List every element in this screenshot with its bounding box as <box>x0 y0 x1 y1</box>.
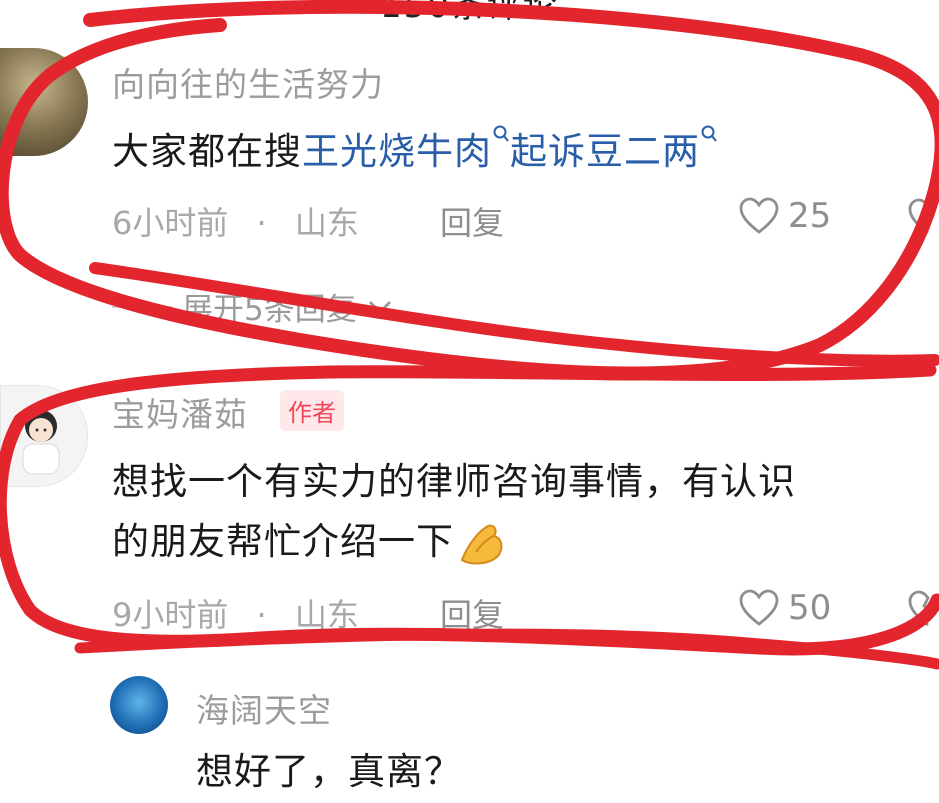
like-button[interactable]: 25 <box>738 196 831 236</box>
like-count: 50 <box>788 588 832 628</box>
avatar-girl-icon <box>22 410 60 475</box>
search-link-label: 起诉豆二两 <box>510 130 700 173</box>
comment-meta: 9小时前 · 山东 <box>112 590 359 636</box>
search-link-label: 王光烧牛肉 <box>302 130 492 173</box>
comment-username[interactable]: 海阔天空 <box>196 684 332 732</box>
comment-text: 想找一个有实力的律师咨询事情，有认识 的朋友帮忙介绍一下 <box>112 452 796 572</box>
meta-separator: · <box>256 204 267 242</box>
expand-replies-label: 展开5条回复 <box>182 292 357 328</box>
search-link-2[interactable]: 起诉豆二两 <box>510 125 718 173</box>
heart-outline-icon <box>739 589 779 626</box>
reply-button[interactable]: 回复 <box>440 198 504 244</box>
comment-text: 想好了，真离？ <box>196 750 462 793</box>
heart-outline-icon <box>739 197 779 234</box>
comment-text-line-2: 的朋友帮忙介绍一下 <box>112 520 454 563</box>
dislike-button[interactable] <box>908 590 939 632</box>
search-icon <box>493 125 509 142</box>
divider <box>112 305 172 308</box>
comment-time: 9小时前 <box>112 596 229 634</box>
expand-replies-button[interactable]: 展开5条回复 <box>112 284 393 329</box>
dislike-button[interactable] <box>908 198 939 240</box>
comment-screen: 150条评论 向向往的生活努力 大家都在搜王光烧牛肉 起诉豆二两 6小时前 · 山… <box>0 0 939 803</box>
comment-text-prefix: 大家都在搜 <box>112 130 302 173</box>
like-button[interactable]: 50 <box>738 588 831 628</box>
author-badge: 作者 <box>280 390 344 431</box>
comment-location: 山东 <box>294 596 359 634</box>
avatar[interactable] <box>110 676 168 734</box>
broken-heart-icon <box>908 590 932 627</box>
avatar[interactable] <box>0 48 88 156</box>
comment-location: 山东 <box>294 204 359 242</box>
comment-username[interactable]: 向向往的生活努力 <box>112 58 384 106</box>
reply-button[interactable]: 回复 <box>440 590 504 636</box>
comment-text-line: 的朋友帮忙介绍一下 <box>112 512 796 572</box>
comment-text: 大家都在搜王光烧牛肉 起诉豆二两 <box>112 122 718 182</box>
comment-username[interactable]: 宝妈潘茹 <box>112 388 248 436</box>
search-link-1[interactable]: 王光烧牛肉 <box>302 125 510 173</box>
praying-hands-emoji <box>460 524 503 564</box>
search-icon <box>701 125 717 142</box>
chevron-down-icon <box>368 300 391 314</box>
comment-meta: 6小时前 · 山东 <box>112 198 359 244</box>
broken-heart-icon <box>908 198 932 235</box>
comment-time: 6小时前 <box>112 204 229 242</box>
comment-text-line: 想找一个有实力的律师咨询事情，有认识 <box>112 460 796 503</box>
comment-count-header: 150条评论 <box>380 0 559 26</box>
meta-separator: · <box>256 596 267 634</box>
avatar[interactable] <box>0 385 88 487</box>
like-count: 25 <box>788 196 832 236</box>
